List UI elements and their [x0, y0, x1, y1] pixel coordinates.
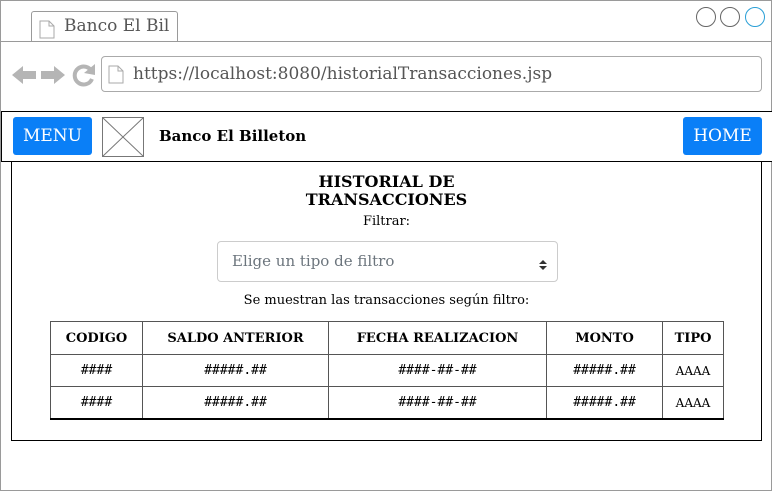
- browser-window: Banco El Bil https://localhost:8080/hist…: [0, 0, 772, 491]
- forward-arrow-icon[interactable]: [41, 66, 65, 84]
- logo-placeholder-icon: [102, 117, 144, 161]
- url-text[interactable]: https://localhost:8080/historialTransacc…: [133, 64, 552, 84]
- brand-name: Banco El Billeton: [159, 127, 307, 145]
- cell-monto: #####.##: [546, 354, 663, 387]
- filter-info-text: Se muestran las transacciones según filt…: [243, 293, 530, 308]
- home-button[interactable]: HOME: [683, 117, 762, 155]
- table-row: #### #####.## ####-##-## #####.## AAAA: [50, 386, 724, 420]
- transactions-table: CODIGO SALDO ANTERIOR FECHA REALIZACION …: [50, 321, 724, 420]
- select-updown-icon: [539, 256, 547, 275]
- url-page-icon: [108, 65, 124, 88]
- cell-saldo-anterior: #####.##: [142, 386, 329, 420]
- column-header-tipo: TIPO: [662, 321, 724, 355]
- main-content: HISTORIAL DE TRANSACCIONES Filtrar: Elig…: [11, 161, 762, 441]
- cell-monto: #####.##: [546, 386, 663, 420]
- cell-tipo: AAAA: [662, 354, 724, 387]
- close-window-button[interactable]: [745, 7, 765, 27]
- app-navbar: MENU Banco El Billeton HOME: [1, 111, 772, 162]
- navigation-controls: [12, 63, 96, 91]
- cell-saldo-anterior: #####.##: [142, 354, 329, 387]
- column-header-fecha-realizacion: FECHA REALIZACION: [328, 321, 547, 355]
- cell-codigo: ####: [50, 354, 143, 387]
- cell-fecha-realizacion: ####-##-##: [328, 354, 547, 387]
- tab-title: Banco El Bil: [64, 16, 170, 36]
- page-file-icon: [39, 20, 55, 43]
- filter-select-placeholder: Elige un tipo de filtro: [232, 252, 395, 270]
- column-header-codigo: CODIGO: [50, 321, 143, 355]
- filter-select[interactable]: Elige un tipo de filtro: [217, 241, 558, 282]
- table-row: #### #####.## ####-##-## #####.## AAAA: [50, 354, 724, 387]
- menu-button[interactable]: MENU: [13, 117, 92, 155]
- reload-icon[interactable]: [72, 64, 95, 87]
- cell-tipo: AAAA: [662, 386, 724, 420]
- address-bar[interactable]: https://localhost:8080/historialTransacc…: [101, 56, 762, 92]
- column-header-monto: MONTO: [546, 321, 663, 355]
- page-title: HISTORIAL DE TRANSACCIONES: [12, 173, 761, 209]
- page-title-line2: TRANSACCIONES: [305, 190, 468, 209]
- filter-label: Filtrar:: [362, 214, 411, 229]
- minimize-window-button[interactable]: [696, 7, 716, 27]
- column-header-saldo-anterior: SALDO ANTERIOR: [142, 321, 329, 355]
- tab-strip-divider: [1, 41, 772, 42]
- browser-tab[interactable]: Banco El Bil: [31, 11, 178, 42]
- page-title-line1: HISTORIAL DE: [318, 172, 455, 191]
- cell-codigo: ####: [50, 386, 143, 420]
- cell-fecha-realizacion: ####-##-##: [328, 386, 547, 420]
- maximize-window-button[interactable]: [720, 7, 740, 27]
- back-arrow-icon[interactable]: [12, 66, 36, 84]
- table-header-row: CODIGO SALDO ANTERIOR FECHA REALIZACION …: [50, 321, 724, 355]
